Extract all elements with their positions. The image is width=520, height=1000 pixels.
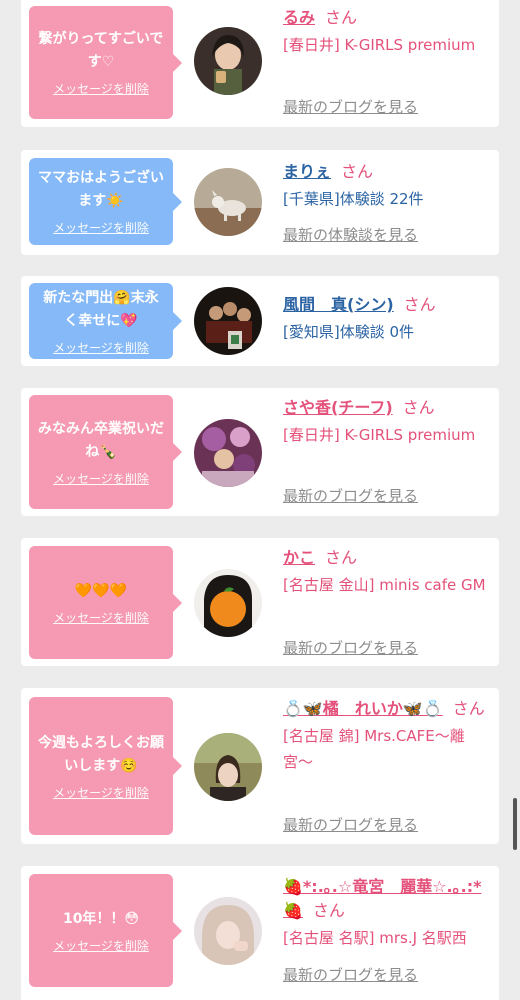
latest-blog-link[interactable]: 最新のブログを見る [283,485,418,506]
list-item: 繋がりってすごいです♡ メッセージを削除 るみ さん [春日井] K-GIRLS … [21,0,499,127]
profile-name-link[interactable]: かこ [283,548,315,567]
profile-name-row: さや香(チーフ) さん [283,396,491,420]
shop-detail: [名古屋 名駅] mrs.J 名駅西 [283,929,467,947]
avatar[interactable] [194,168,262,236]
list-item: 今週もよろしくお願いします☺️ メッセージを削除 💍🦋橘 れいか🦋💍 さん [名古… [21,688,499,844]
message-text: 今週もよろしくお願いします☺️ [38,734,164,774]
message-text: 🧡🧡🧡 [74,582,128,599]
list-item: 新たな門出🤗末永く幸せに💖 メッセージを削除 風間 真(シン) さん [愛知県]体… [21,276,499,366]
delete-message-link[interactable]: メッセージを削除 [53,219,149,236]
orange-face-photo-icon [194,569,262,637]
party-photo-icon [194,419,262,487]
message-feed: 繋がりってすごいです♡ メッセージを削除 るみ さん [春日井] K-GIRLS … [0,0,520,1000]
profile-name-link[interactable]: るみ [283,8,315,27]
blonde-selfie-photo-icon [194,897,262,965]
dog-photo-icon [194,168,262,236]
woman-photo-icon [194,27,262,95]
profile-name-link[interactable]: まりぇ [283,162,331,181]
latest-blog-link[interactable]: 最新のブログを見る [283,814,418,835]
latest-review-link[interactable]: 最新の体験談を見る [283,224,418,245]
delete-message-link[interactable]: メッセージを削除 [53,470,149,487]
list-item: 🧡🧡🧡 メッセージを削除 かこ さん [名古屋 金山] minis cafe GM… [21,538,499,666]
message-text: ママおはようございます☀️ [38,170,164,209]
shop-detail: [名古屋 金山] minis cafe GM [283,576,486,594]
delete-message-link[interactable]: メッセージを削除 [53,937,149,954]
group-photo-icon [194,287,262,355]
avatar[interactable] [194,733,262,801]
profile-name-row: 風間 真(シン) さん [283,293,491,317]
shop-detail: [春日井] K-GIRLS premium [283,426,476,444]
honorific: さん [452,699,485,718]
message-text: 10年！！😳 [62,910,140,927]
profile-name-row: 🍓*:.｡.☆竜宮 麗華☆.｡.:*🍓 さん [283,875,491,923]
profile-info: かこ さん [名古屋 金山] minis cafe GM [283,546,491,598]
latest-blog-link[interactable]: 最新のブログを見る [283,637,418,658]
message-bubble: 今週もよろしくお願いします☺️ メッセージを削除 [29,697,182,835]
shop-detail: [名古屋 錦] Mrs.CAFE〜離宮〜 [283,727,465,771]
message-bubble: 10年！！😳 メッセージを削除 [29,874,182,987]
profile-info: さや香(チーフ) さん [春日井] K-GIRLS premium [283,396,491,448]
profile-info: 風間 真(シン) さん [愛知県]体験談 0件 [283,293,491,345]
avatar[interactable] [194,569,262,637]
honorific: さん [325,8,358,27]
selfie-photo-icon [194,733,262,801]
avatar[interactable] [194,287,262,355]
profile-name-row: 💍🦋橘 れいか🦋💍 さん [283,697,491,721]
list-item: 10年！！😳 メッセージを削除 🍓*:.｡.☆竜宮 麗華☆.｡.:*🍓 さん [名… [21,866,499,1000]
delete-message-link[interactable]: メッセージを削除 [53,339,149,356]
avatar[interactable] [194,897,262,965]
message-text: 新たな門出🤗末永く幸せに💖 [43,289,159,329]
latest-blog-link[interactable]: 最新のブログを見る [283,96,418,117]
profile-info: 💍🦋橘 れいか🦋💍 さん [名古屋 錦] Mrs.CAFE〜離宮〜 [283,697,491,775]
profile-name-row: るみ さん [283,6,491,30]
review-detail: [千葉県]体験談 22件 [283,190,424,208]
profile-name-link[interactable]: 風間 真(シン) [283,295,394,314]
profile-name-link[interactable]: 💍🦋橘 れいか🦋💍 [283,699,443,718]
message-bubble: ママおはようございます☀️ メッセージを削除 [29,158,182,245]
latest-blog-link[interactable]: 最新のブログを見る [283,964,418,985]
delete-message-link[interactable]: メッセージを削除 [53,609,149,626]
avatar[interactable] [194,27,262,95]
profile-name-row: まりぇ さん [283,160,491,184]
honorific: さん [403,295,436,314]
honorific: さん [325,548,358,567]
message-bubble: 繋がりってすごいです♡ メッセージを削除 [29,6,182,119]
message-text: みなみん卒業祝いだね🍾 [38,420,164,460]
profile-info: 🍓*:.｡.☆竜宮 麗華☆.｡.:*🍓 さん [名古屋 名駅] mrs.J 名駅西 [283,875,491,951]
list-item: みなみん卒業祝いだね🍾 メッセージを削除 さや香(チーフ) さん [春日井] K-… [21,388,499,516]
profile-name-link[interactable]: さや香(チーフ) [283,398,393,417]
honorific: さん [341,162,374,181]
message-bubble: 新たな門出🤗末永く幸せに💖 メッセージを削除 [29,283,182,359]
delete-message-link[interactable]: メッセージを削除 [53,784,149,801]
profile-info: まりぇ さん [千葉県]体験談 22件 [283,160,491,212]
scrollbar[interactable] [513,798,517,850]
avatar[interactable] [194,419,262,487]
honorific: さん [402,398,435,417]
profile-info: るみ さん [春日井] K-GIRLS premium [283,6,491,58]
honorific: さん [312,901,345,920]
shop-detail: [春日井] K-GIRLS premium [283,36,476,54]
message-text: 繋がりってすごいです♡ [38,31,164,70]
list-item: ママおはようございます☀️ メッセージを削除 まりぇ さん [千葉県]体験談 22… [21,150,499,255]
review-detail: [愛知県]体験談 0件 [283,323,415,341]
profile-name-row: かこ さん [283,546,491,570]
message-bubble: 🧡🧡🧡 メッセージを削除 [29,546,182,659]
delete-message-link[interactable]: メッセージを削除 [53,80,149,97]
message-bubble: みなみん卒業祝いだね🍾 メッセージを削除 [29,395,182,509]
